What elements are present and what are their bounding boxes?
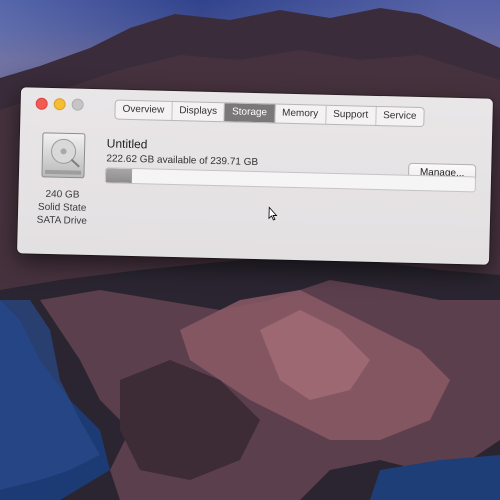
drive-interface-label: SATA Drive (36, 214, 88, 227)
close-button[interactable] (35, 97, 48, 110)
mouse-pointer-icon (268, 206, 278, 221)
tab-service[interactable]: Service (376, 107, 424, 126)
window-controls (35, 97, 84, 111)
tab-memory[interactable]: Memory (274, 104, 327, 124)
minimize-button[interactable] (53, 98, 66, 111)
about-this-mac-window: Overview Displays Storage Memory Support… (17, 87, 493, 265)
volume-availability: 222.62 GB available of 239.71 GB (106, 153, 259, 169)
hard-drive-icon (41, 132, 86, 179)
zoom-button[interactable] (71, 98, 84, 111)
tab-displays[interactable]: Displays (172, 101, 226, 122)
tab-storage[interactable]: Storage (224, 103, 276, 123)
tab-overview[interactable]: Overview (115, 100, 173, 120)
volume-name: Untitled (106, 136, 148, 152)
tab-support[interactable]: Support (325, 105, 377, 125)
desktop: Overview Displays Storage Memory Support… (0, 0, 500, 500)
storage-used-segment (105, 168, 133, 183)
tab-bar: Overview Displays Storage Memory Support… (114, 99, 425, 128)
drive-caption: 240 GB Solid State SATA Drive (26, 187, 99, 228)
